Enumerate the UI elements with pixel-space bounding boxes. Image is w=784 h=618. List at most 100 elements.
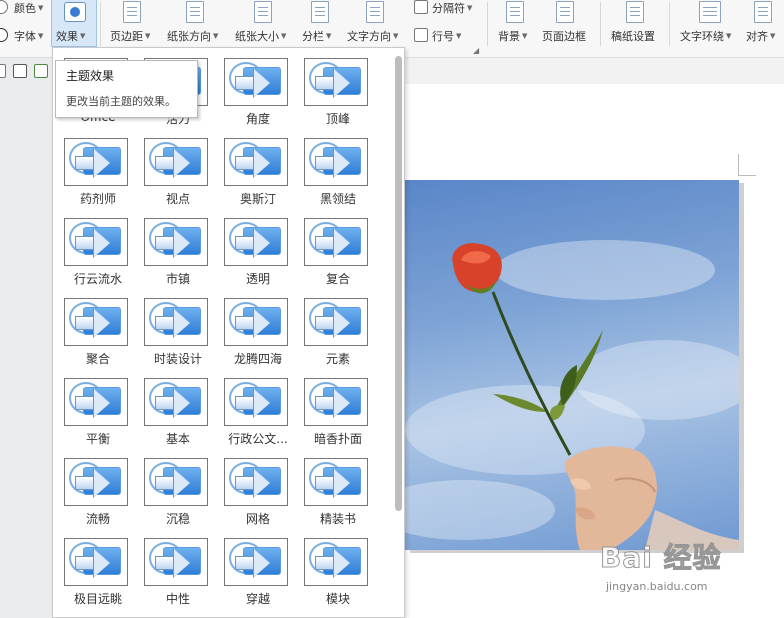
line-number-button[interactable]: 行号 ▼ [432, 28, 461, 44]
gallery-scroll-thumb[interactable] [395, 56, 402, 511]
rose-photo[interactable] [405, 180, 739, 550]
draft-paper-button[interactable]: 稿纸设置 [611, 28, 655, 44]
effect-option-label: 中性 [165, 592, 190, 606]
preview-arrow-body [155, 316, 175, 330]
effect-option[interactable]: 中性 [142, 538, 214, 614]
effect-option-label: 精装书 [319, 512, 356, 526]
preview-arrow-body [75, 476, 95, 490]
draft-paper-label: 稿纸设置 [611, 30, 655, 43]
separator-button[interactable]: 分隔符 ▼ [432, 0, 472, 16]
preview-arrow-icon [94, 469, 110, 497]
page-margin-corner [738, 154, 756, 176]
chevron-down-icon: ▼ [281, 32, 287, 40]
effect-option-label: 行政公文... [228, 432, 288, 446]
effect-option[interactable]: 网格 [222, 458, 294, 534]
cloud [495, 240, 715, 300]
effect-option[interactable]: 极目远眺 [62, 538, 134, 614]
preview-arrow-icon [174, 389, 190, 417]
effect-preview-thumbnail [304, 538, 368, 586]
effect-option[interactable]: 视点 [142, 138, 214, 214]
effect-option[interactable]: 药剂师 [62, 138, 134, 214]
margins-button[interactable]: 页边距 ▼ [110, 28, 150, 44]
paper-size-button[interactable]: 纸张大小 ▼ [235, 28, 286, 44]
effect-option-label: 聚合 [85, 352, 110, 366]
effect-preview-thumbnail [64, 218, 128, 266]
preview-arrow-body [75, 156, 95, 170]
orientation-button[interactable]: 纸张方向 ▼ [167, 28, 218, 44]
preview-arrow-icon [254, 69, 270, 97]
effect-option[interactable]: 基本 [142, 378, 214, 454]
save-icon[interactable] [0, 64, 6, 78]
effect-option[interactable]: 流畅 [62, 458, 134, 534]
effect-option[interactable]: 角度 [222, 58, 294, 134]
effect-option-label: 视点 [165, 192, 190, 206]
effect-option[interactable]: 聚合 [62, 298, 134, 374]
theme-color-button[interactable]: 颜色 ▼ [14, 0, 43, 16]
separator-icon [414, 0, 428, 14]
preview-arrow-body [155, 396, 175, 410]
dialog-launcher-icon[interactable]: ◢ [473, 46, 479, 55]
effect-option[interactable]: 透明 [222, 218, 294, 294]
theme-effect-button[interactable]: 效果 ▼ [51, 0, 97, 47]
watermark-url: jingyan.baidu.com [606, 580, 708, 593]
ribbon-divider [600, 2, 601, 46]
effect-option-label: 黑领结 [319, 192, 356, 206]
preview-arrow-body [235, 76, 255, 90]
effect-preview-thumbnail [64, 138, 128, 186]
preview-arrow-body [75, 556, 95, 570]
effect-option[interactable]: 平衡 [62, 378, 134, 454]
effect-option-label: 平衡 [85, 432, 110, 446]
columns-button[interactable]: 分栏 ▼ [302, 28, 331, 44]
align-button[interactable]: 对齐 ▼ [746, 28, 775, 44]
effect-option[interactable]: 龙腾四海 [222, 298, 294, 374]
page-border-button[interactable]: 页面边框 [542, 28, 586, 44]
text-direction-button[interactable]: 文字方向 ▼ [347, 28, 398, 44]
effect-preview-thumbnail [224, 378, 288, 426]
effect-option[interactable]: 黑领结 [302, 138, 374, 214]
background-button[interactable]: 背景 ▼ [498, 28, 527, 44]
effect-option[interactable]: 元素 [302, 298, 374, 374]
preview-arrow-icon [334, 69, 350, 97]
effect-option[interactable]: 奥斯汀 [222, 138, 294, 214]
effect-option-label: 极目远眺 [73, 592, 122, 606]
effect-preview-thumbnail [224, 138, 288, 186]
quick-access-bar [0, 62, 52, 82]
preview-arrow-icon [254, 149, 270, 177]
effect-option[interactable]: 行政公文... [222, 378, 294, 454]
effect-option[interactable]: 沉稳 [142, 458, 214, 534]
ribbon-divider [669, 2, 670, 46]
effect-option[interactable]: 时装设计 [142, 298, 214, 374]
text-wrap-button[interactable]: 文字环绕 ▼ [680, 28, 731, 44]
effect-option[interactable]: 复合 [302, 218, 374, 294]
effect-option-label: 角度 [245, 112, 270, 126]
tooltip-title: 主题效果 [66, 69, 115, 83]
preview-arrow-body [315, 476, 335, 490]
effect-option[interactable]: 顶峰 [302, 58, 374, 134]
effect-preview-thumbnail [224, 58, 288, 106]
effect-option[interactable]: 模块 [302, 538, 374, 614]
theme-color-label: 颜色 [14, 2, 36, 15]
preview-arrow-icon [174, 149, 190, 177]
effect-option-label: 暗香扑面 [313, 432, 362, 446]
paper-size-label: 纸张大小 [235, 30, 279, 43]
effect-preview-thumbnail [224, 298, 288, 346]
text-direction-label: 文字方向 [347, 30, 391, 43]
print-icon[interactable] [13, 64, 27, 78]
print-preview-icon[interactable] [34, 64, 48, 78]
effect-option-label: 透明 [245, 272, 270, 286]
effect-preview-thumbnail [224, 218, 288, 266]
preview-arrow-icon [334, 469, 350, 497]
preview-arrow-body [315, 236, 335, 250]
effect-option[interactable]: 穿越 [222, 538, 294, 614]
effect-option[interactable]: 行云流水 [62, 218, 134, 294]
effect-option[interactable]: 暗香扑面 [302, 378, 374, 454]
preview-arrow-body [155, 236, 175, 250]
effect-option[interactable]: 精装书 [302, 458, 374, 534]
effect-option[interactable]: 市镇 [142, 218, 214, 294]
preview-arrow-body [75, 396, 95, 410]
preview-arrow-icon [174, 229, 190, 257]
chevron-down-icon: ▼ [522, 32, 528, 40]
preview-arrow-icon [254, 549, 270, 577]
preview-arrow-icon [174, 309, 190, 337]
theme-font-button[interactable]: 字体 ▼ [14, 28, 43, 44]
